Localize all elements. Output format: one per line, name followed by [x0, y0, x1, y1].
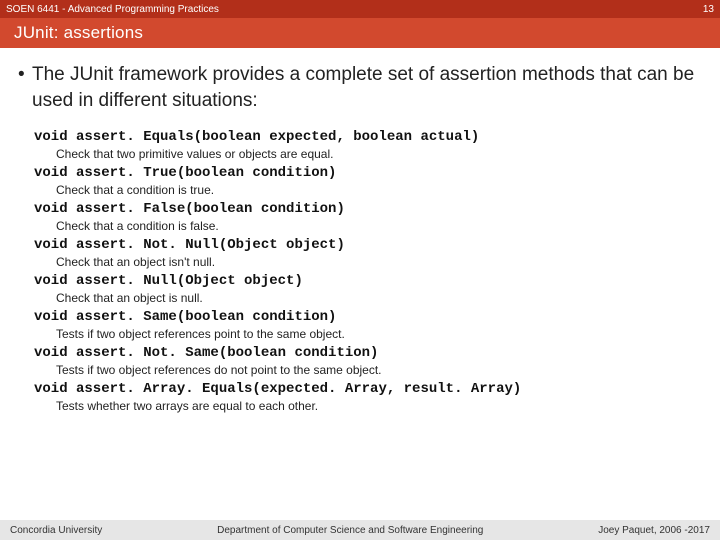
method-description: Check that a condition is false.: [34, 219, 702, 233]
method-signature: void assert. Null(Object object): [34, 273, 702, 289]
footer-bar: Concordia University Department of Compu…: [0, 520, 720, 540]
method-description: Tests if two object references do not po…: [34, 363, 702, 377]
footer-left: Concordia University: [10, 525, 102, 536]
intro-text: • The JUnit framework provides a complet…: [18, 62, 702, 113]
top-bar: SOEN 6441 - Advanced Programming Practic…: [0, 0, 720, 18]
footer-center: Department of Computer Science and Softw…: [217, 525, 483, 536]
method-signature: void assert. Same(boolean condition): [34, 309, 702, 325]
method-signature: void assert. Not. Same(boolean condition…: [34, 345, 702, 361]
intro-body: The JUnit framework provides a complete …: [32, 64, 694, 111]
method-signature: void assert. False(boolean condition): [34, 201, 702, 217]
footer-right: Joey Paquet, 2006 -2017: [598, 525, 710, 536]
slide-title-bar: JUnit: assertions: [0, 18, 720, 48]
slide: SOEN 6441 - Advanced Programming Practic…: [0, 0, 720, 540]
method-description: Check that a condition is true.: [34, 183, 702, 197]
method-description: Check that an object is null.: [34, 291, 702, 305]
method-signature: void assert. True(boolean condition): [34, 165, 702, 181]
method-description: Tests whether two arrays are equal to ea…: [34, 399, 702, 413]
slide-content: • The JUnit framework provides a complet…: [0, 48, 720, 520]
method-signature: void assert. Not. Null(Object object): [34, 237, 702, 253]
course-code: SOEN 6441 - Advanced Programming Practic…: [6, 4, 219, 15]
slide-title: JUnit: assertions: [14, 23, 143, 43]
method-description: Check that two primitive values or objec…: [34, 147, 702, 161]
method-signature: void assert. Equals(boolean expected, bo…: [34, 129, 702, 145]
method-description: Tests if two object references point to …: [34, 327, 702, 341]
method-description: Check that an object isn't null.: [34, 255, 702, 269]
bullet-icon: •: [18, 62, 32, 88]
method-signature: void assert. Array. Equals(expected. Arr…: [34, 381, 702, 397]
method-list: void assert. Equals(boolean expected, bo…: [18, 129, 702, 413]
page-number: 13: [703, 4, 714, 15]
